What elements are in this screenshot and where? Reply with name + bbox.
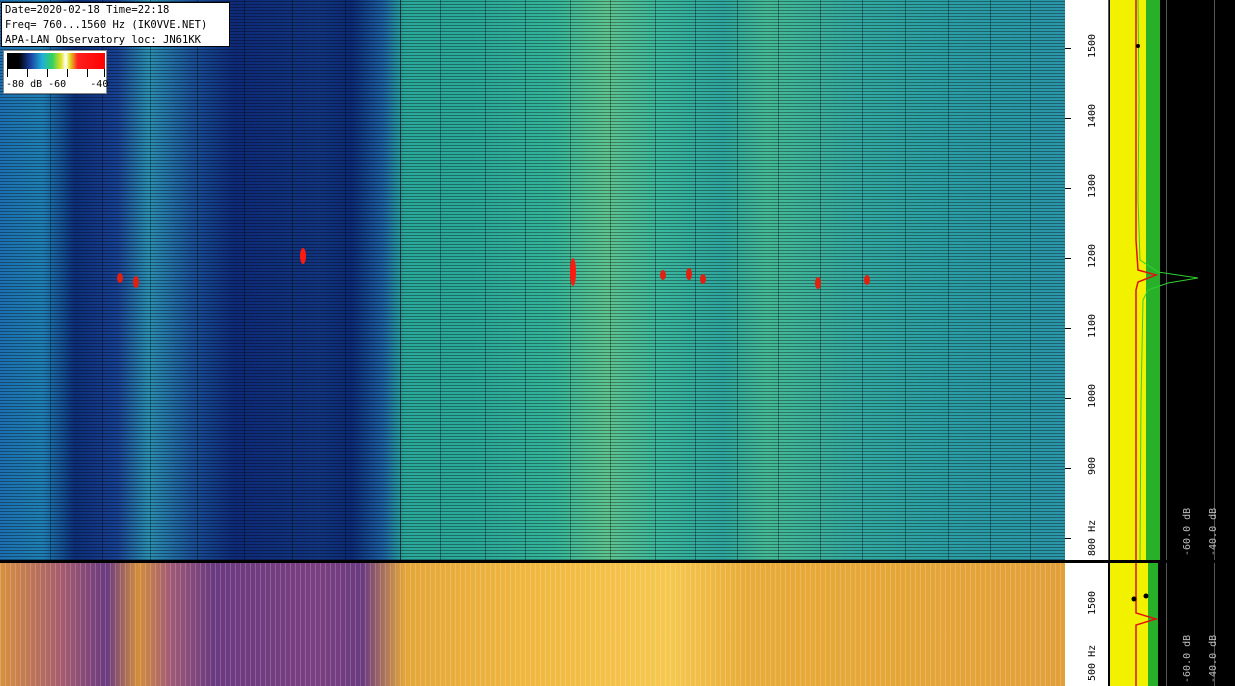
meteor-echo: [117, 273, 123, 283]
db-label: -60.0 dB: [1182, 634, 1193, 683]
meteor-echo: [700, 274, 706, 284]
freq-tick-label: 900: [1087, 456, 1098, 475]
meteor-echo: [570, 258, 576, 286]
spectrum-profile-panel: -60.0 dB -40.0 dB: [1108, 0, 1235, 560]
main-spectrogram-waterfall: [0, 0, 1065, 560]
info-observatory: APA-LAN Observatory loc: JN61KK: [5, 34, 201, 46]
frequency-axis: 1500 1400 1300 1200 1100 1000 900 800 Hz: [1065, 0, 1108, 560]
db-label: -40.0 dB: [1208, 634, 1219, 683]
info-box: Date=2020-02-18 Time=22:18 Freq= 760...1…: [1, 2, 230, 47]
freq-tick-label: 1200: [1087, 243, 1098, 268]
freq-tick-label: 1500: [1087, 590, 1098, 615]
scale-labels: -80 dB -60 -40: [6, 79, 109, 90]
meteor-echo: [133, 276, 139, 288]
freq-tick-label: 1100: [1087, 313, 1098, 338]
freq-tick-label: 1300: [1087, 173, 1098, 198]
meteor-echoes: [117, 248, 870, 289]
meteor-echo: [815, 277, 821, 289]
meteor-echo: [686, 268, 692, 280]
info-date-time: Date=2020-02-18 Time=22:18: [5, 4, 170, 16]
freq-tick-label: 1400: [1087, 103, 1098, 128]
bottom-spectrogram-waterfall: [0, 563, 1065, 686]
freq-tick-label: 1500: [1087, 33, 1098, 58]
db-label: -60.0 dB: [1182, 507, 1193, 556]
info-frequency: Freq= 760...1560 Hz (IK0VVE.NET): [5, 19, 208, 31]
color-scale-legend: -80 dB -60 -40: [3, 50, 109, 94]
frequency-axis-bottom: 1500 500 Hz: [1065, 563, 1108, 686]
freq-tick-label: 800 Hz: [1087, 519, 1098, 556]
db-label: -40.0 dB: [1208, 507, 1219, 556]
meteor-echo: [660, 270, 666, 280]
freq-tick-label: 1000: [1087, 383, 1098, 408]
spectrum-trace-lines: [1135, 0, 1199, 560]
spectrum-profile-panel-bottom: -60.0 dB -40.0 dB: [1108, 563, 1235, 686]
color-gradient-bar: [7, 53, 105, 69]
meteor-echo: [300, 248, 306, 264]
meteor-echo: [864, 275, 870, 285]
scale-tickmarks: [7, 69, 105, 77]
freq-tick-label: 500 Hz: [1087, 644, 1098, 681]
